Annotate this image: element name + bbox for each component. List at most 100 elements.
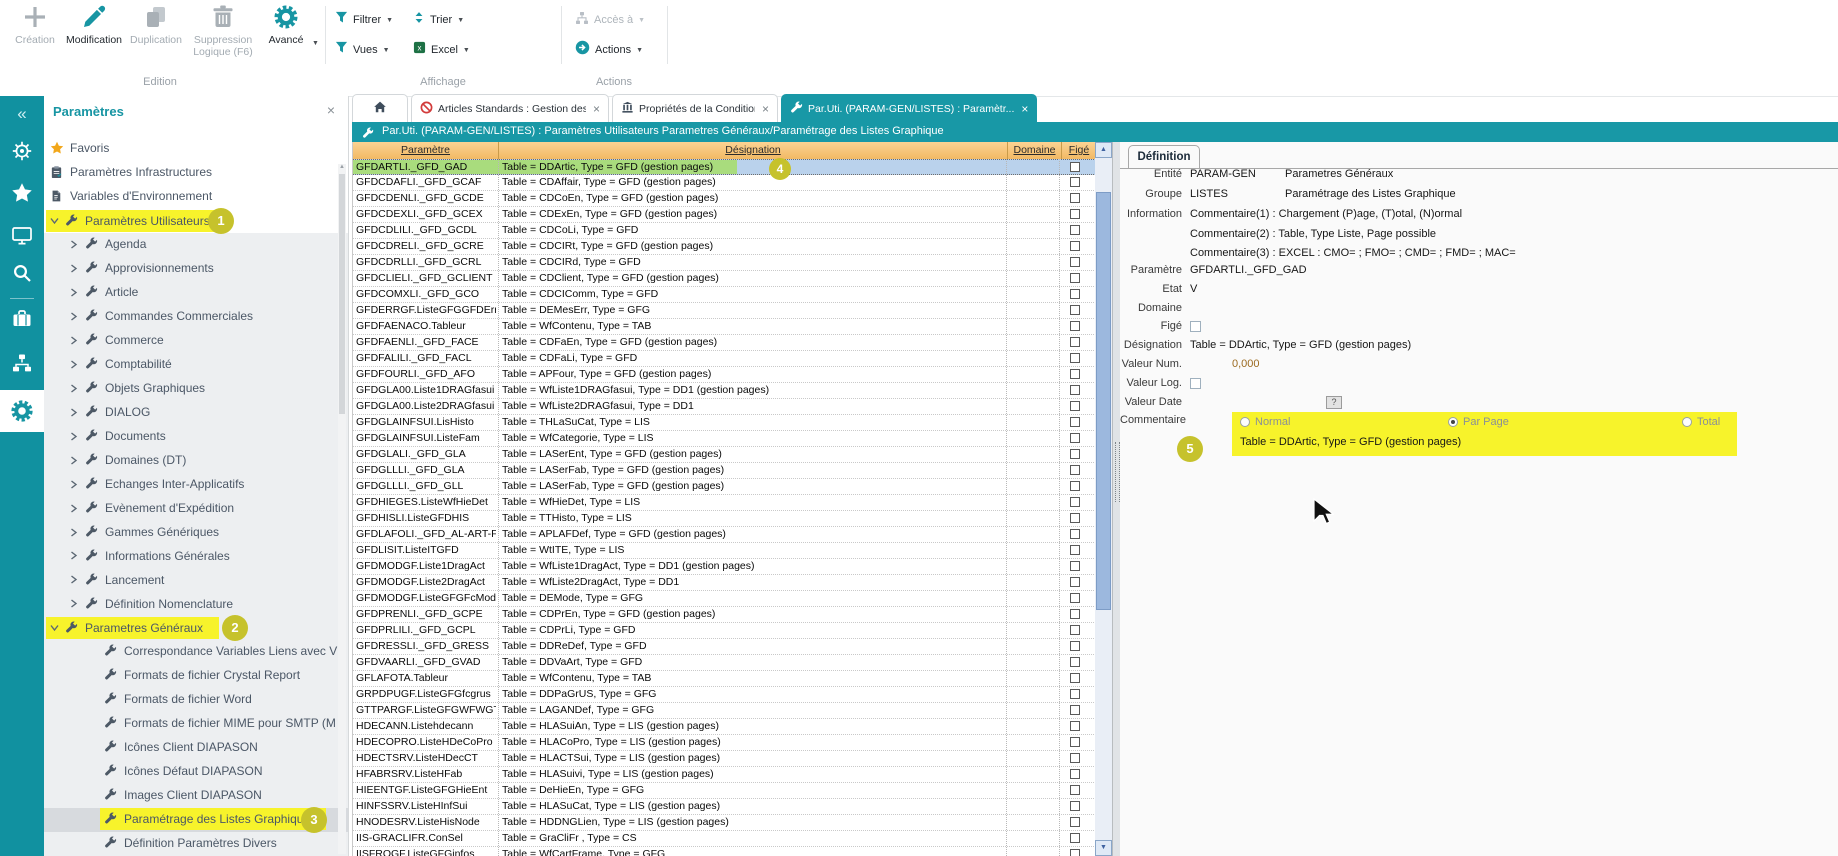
acces-a-dropdown-caret[interactable]: ▼ bbox=[638, 17, 645, 24]
table-row[interactable]: GFDGLA00.Liste2DRAGfasuiTable = WfListe2… bbox=[353, 399, 1096, 415]
chevron-right-icon[interactable] bbox=[70, 599, 79, 608]
fige-checkbox[interactable] bbox=[1070, 369, 1080, 379]
chevron-down-icon[interactable] bbox=[50, 624, 59, 632]
actions-dropdown-caret[interactable]: ▼ bbox=[636, 47, 643, 54]
fige-checkbox[interactable] bbox=[1070, 769, 1080, 779]
table-row[interactable]: GFDLAFOLI._GFD_AL-ART-FOUTable = APLAFDe… bbox=[353, 527, 1096, 543]
table-row[interactable]: GFDGLALI._GFD_GLATable = LASerEnt, Type … bbox=[353, 447, 1096, 463]
favorites-star-icon[interactable] bbox=[0, 182, 44, 209]
fige-checkbox[interactable] bbox=[1070, 593, 1080, 603]
fige-checkbox[interactable] bbox=[1070, 305, 1080, 315]
chevron-right-icon[interactable] bbox=[70, 551, 79, 560]
scroll-up-icon[interactable]: ▲ bbox=[338, 164, 346, 170]
chevron-right-icon[interactable] bbox=[70, 360, 79, 369]
suppression-logique-button[interactable]: Suppression Logique (F6) bbox=[188, 4, 258, 58]
chevron-right-icon[interactable] bbox=[70, 456, 79, 465]
fige-checkbox[interactable] bbox=[1070, 289, 1080, 299]
fige-checkbox[interactable] bbox=[1070, 801, 1080, 811]
chevron-right-icon[interactable] bbox=[70, 288, 79, 297]
tree-item[interactable]: Commandes Commerciales bbox=[44, 305, 348, 329]
tree-item[interactable]: Evènement d'Expédition bbox=[44, 497, 348, 521]
fige-checkbox[interactable] bbox=[1070, 257, 1080, 267]
chevron-right-icon[interactable] bbox=[70, 336, 79, 345]
column-header-parametre[interactable]: Paramètre bbox=[353, 142, 499, 159]
fige-checkbox[interactable] bbox=[1070, 817, 1080, 827]
fige-checkbox[interactable] bbox=[1070, 385, 1080, 395]
fige-checkbox[interactable] bbox=[1070, 785, 1080, 795]
fige-checkbox[interactable] bbox=[1070, 753, 1080, 763]
tree-item[interactable]: Documents bbox=[44, 425, 348, 449]
radio-total[interactable]: Total bbox=[1682, 416, 1720, 428]
definition-checkbox[interactable] bbox=[1190, 378, 1201, 389]
tree-item[interactable]: Paramètres Utilisateurs bbox=[44, 209, 348, 233]
close-icon[interactable]: × bbox=[1021, 102, 1028, 116]
table-row[interactable]: HFABRSRV.ListeHFabTable = HLASuivi, Type… bbox=[353, 767, 1096, 783]
tree-item[interactable]: Définition Nomenclature bbox=[44, 592, 348, 616]
fige-checkbox[interactable] bbox=[1070, 849, 1080, 856]
fige-checkbox[interactable] bbox=[1070, 353, 1080, 363]
fige-checkbox[interactable] bbox=[1070, 673, 1080, 683]
table-row[interactable]: GFDRESSLI._GFD_GRESSTable = DDReDef, Typ… bbox=[353, 639, 1096, 655]
fige-checkbox[interactable] bbox=[1070, 737, 1080, 747]
radio-circle-icon[interactable] bbox=[1448, 417, 1458, 427]
fige-checkbox[interactable] bbox=[1070, 273, 1080, 283]
search-icon[interactable] bbox=[0, 262, 44, 289]
tree-item[interactable]: Formats de fichier MIME pour SMTP (M bbox=[44, 712, 348, 736]
chevron-right-icon[interactable] bbox=[70, 575, 79, 584]
fige-checkbox[interactable] bbox=[1070, 241, 1080, 251]
fige-checkbox[interactable] bbox=[1070, 657, 1080, 667]
column-header-domaine[interactable]: Domaine bbox=[1008, 142, 1062, 159]
radio-par-page[interactable]: Par Page bbox=[1448, 416, 1509, 428]
table-row[interactable]: HNODESRV.ListeHisNodeTable = HDDNGLien, … bbox=[353, 815, 1096, 831]
chevron-right-icon[interactable] bbox=[70, 528, 79, 537]
table-row[interactable]: GFDMODGF.Liste2DragActTable = WfListe2Dr… bbox=[353, 575, 1096, 591]
table-row[interactable]: HDECANN.ListehdecannTable = HLASuiAn, Ty… bbox=[353, 719, 1096, 735]
table-row[interactable]: GFDGLA00.Liste1DRAGfasuiTable = WfListe1… bbox=[353, 383, 1096, 399]
tree-item[interactable]: Parametres Généraux bbox=[44, 616, 348, 640]
fige-checkbox[interactable] bbox=[1070, 529, 1080, 539]
tab-proprietes-condition[interactable]: Propriétés de la Condition × bbox=[612, 94, 778, 122]
tree-item[interactable]: Commerce bbox=[44, 329, 348, 353]
table-row[interactable]: GFDHIEGES.ListeWfHieDetTable = WfHieDet,… bbox=[353, 495, 1096, 511]
tree-item[interactable]: Article bbox=[44, 281, 348, 305]
chevron-right-icon[interactable] bbox=[70, 240, 79, 249]
table-row[interactable]: GFDFALILI._GFD_FACLTable = CDFaLi, Type … bbox=[353, 351, 1096, 367]
tree-item[interactable]: Informations Générales bbox=[44, 544, 348, 568]
monitor-icon[interactable] bbox=[0, 224, 44, 251]
tree-item[interactable]: Définition Paramètres Divers bbox=[44, 832, 348, 856]
acces-a-button[interactable]: Accès à ▼ bbox=[575, 10, 645, 30]
fige-checkbox[interactable] bbox=[1070, 337, 1080, 347]
table-row[interactable]: GFDHISLI.ListeGFDHISTable = TTHisto, Typ… bbox=[353, 511, 1096, 527]
table-row[interactable]: GFDFOURLI._GFD_AFOTable = APFour, Type =… bbox=[353, 367, 1096, 383]
tree-scrollbar-thumb[interactable] bbox=[339, 174, 345, 414]
tree-item[interactable]: Approvisionnements bbox=[44, 257, 348, 281]
radio-circle-icon[interactable] bbox=[1240, 417, 1250, 427]
duplication-button[interactable]: Duplication bbox=[126, 4, 186, 46]
table-row[interactable]: GFDGLAINFSUI.LisHistoTable = THLaSuCat, … bbox=[353, 415, 1096, 431]
scrollbar-thumb[interactable] bbox=[1096, 192, 1111, 610]
table-row[interactable]: GFDFAENACO.TableurTable = WfContenu, Typ… bbox=[353, 319, 1096, 335]
fige-checkbox[interactable] bbox=[1070, 689, 1080, 699]
tab-home[interactable] bbox=[352, 94, 408, 122]
table-row[interactable]: GFDCOMXLI._GFD_GCOTable = CDCIComm, Type… bbox=[353, 287, 1096, 303]
column-header-designation[interactable]: Désignation bbox=[499, 142, 1008, 159]
table-row[interactable]: GFDGLLLI._GFD_GLLTable = LASerFab, Type … bbox=[353, 479, 1096, 495]
fige-checkbox[interactable] bbox=[1070, 193, 1080, 203]
table-row[interactable]: GFDLISIT.ListeITGFDTable = WtITE, Type =… bbox=[353, 543, 1096, 559]
helm-icon[interactable] bbox=[0, 140, 44, 167]
table-row[interactable]: GRPDPUGF.ListeGFGfcgrusTable = DDPaGrUS,… bbox=[353, 687, 1096, 703]
close-icon[interactable]: × bbox=[327, 102, 335, 118]
chevron-right-icon[interactable] bbox=[70, 408, 79, 417]
fige-checkbox[interactable] bbox=[1070, 177, 1080, 187]
table-row[interactable]: HIEENTGF.ListeGFGHieEntTable = DeHieEn, … bbox=[353, 783, 1096, 799]
chevron-right-icon[interactable] bbox=[70, 312, 79, 321]
fige-checkbox[interactable] bbox=[1070, 561, 1080, 571]
tree-item[interactable]: Favoris bbox=[44, 137, 348, 161]
fige-checkbox[interactable] bbox=[1070, 465, 1080, 475]
settings-gear-icon[interactable] bbox=[0, 399, 44, 428]
org-chart-icon[interactable] bbox=[0, 352, 44, 379]
table-row[interactable]: IIS-GRACLIFR.ConSelTable = GraCliFr , Ty… bbox=[353, 831, 1096, 847]
fige-checkbox[interactable] bbox=[1070, 833, 1080, 843]
tree-item[interactable]: Paramètres Infrastructures bbox=[44, 161, 348, 185]
table-row[interactable]: GFDVAARLI._GFD_GVADTable = DDVaArt, Type… bbox=[353, 655, 1096, 671]
